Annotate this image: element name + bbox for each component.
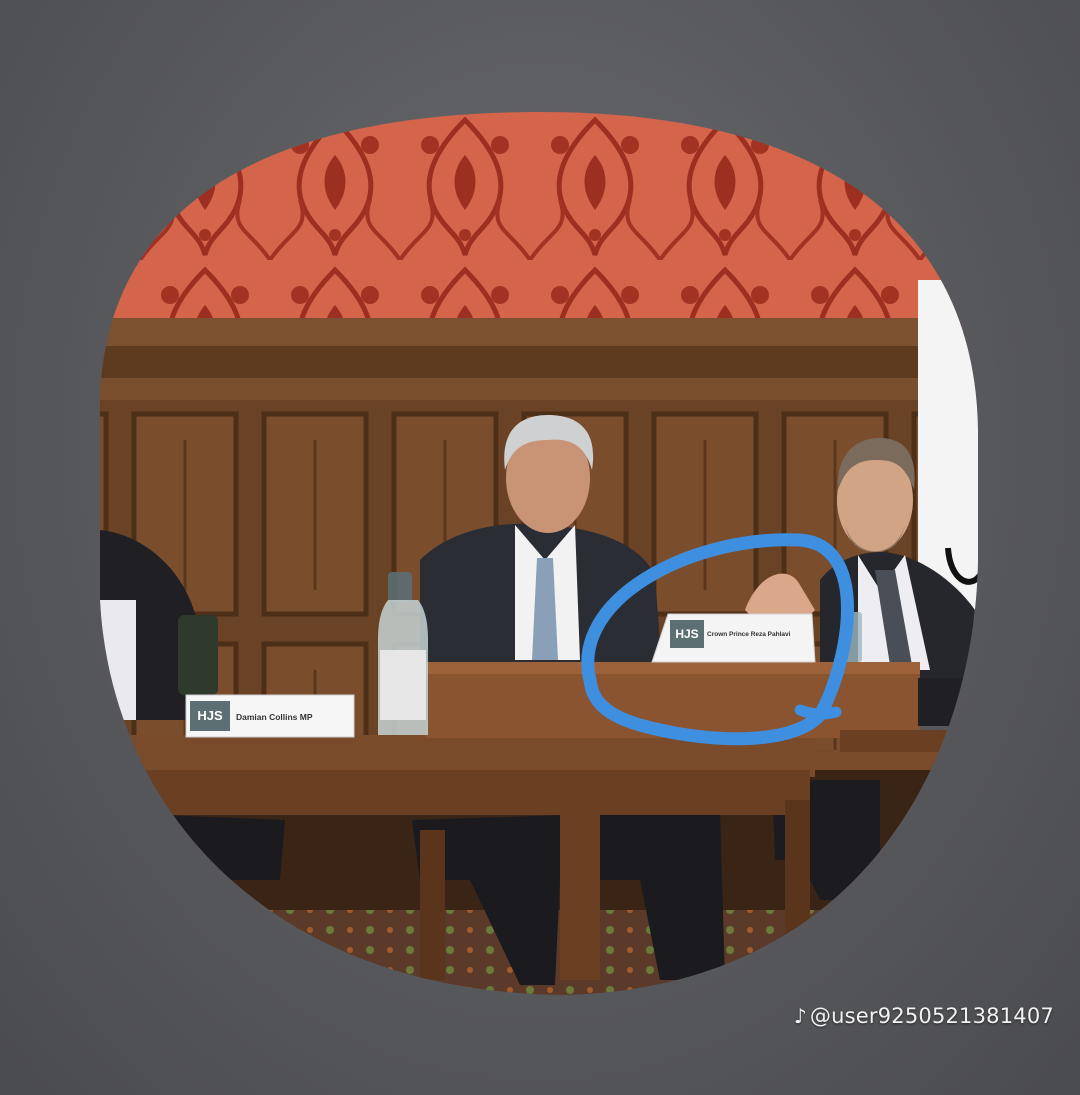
- placard-left-name: Damian Collins MP: [236, 712, 313, 722]
- placard-left-logo: HJS: [197, 708, 223, 723]
- tiktok-note-icon: ♪: [793, 1004, 807, 1028]
- placard-center-name: Crown Prince Reza Pahlavi: [707, 631, 791, 638]
- watermark-handle: @user9250521381407: [809, 1004, 1054, 1028]
- placard-center-logo: HJS: [675, 627, 698, 641]
- wallpaper: [99, 112, 978, 330]
- photo-frame: HJS Damian Collins MP HJS Crown Prince R…: [99, 112, 978, 995]
- placard-left: HJS Damian Collins MP: [185, 694, 355, 738]
- wood-cornice: [99, 318, 920, 346]
- tiktok-watermark: ♪ @user9250521381407: [794, 1004, 1054, 1028]
- photo: HJS Damian Collins MP HJS Crown Prince R…: [99, 112, 978, 995]
- placard-center: HJS Crown Prince Reza Pahlavi: [651, 613, 816, 663]
